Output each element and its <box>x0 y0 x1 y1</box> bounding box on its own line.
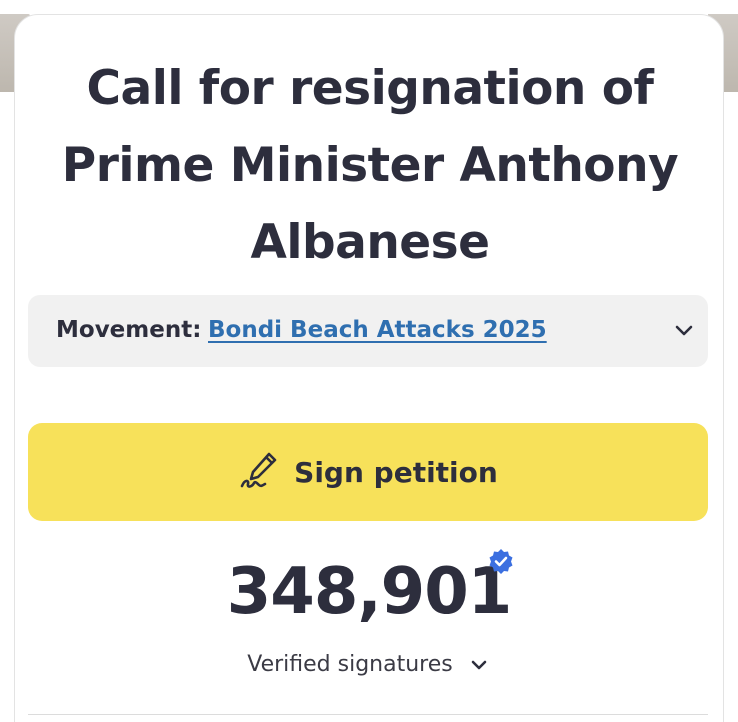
signature-count: 348,901 <box>226 555 513 629</box>
movement-link[interactable]: Bondi Beach Attacks 2025 <box>208 317 547 343</box>
page: Call for resignation of Prime Minister A… <box>0 0 738 722</box>
petition-title: Call for resignation of Prime Minister A… <box>61 61 679 270</box>
verified-signatures-label: Verified signatures <box>247 652 453 677</box>
movement-label: Movement: <box>56 317 202 343</box>
chevron-down-icon[interactable] <box>467 653 491 677</box>
pen-signature-icon <box>238 450 284 494</box>
verified-badge-icon <box>487 548 515 576</box>
movement-panel[interactable]: Movement: Bondi Beach Attacks 2025 <box>28 295 708 367</box>
sign-petition-button[interactable]: Sign petition <box>28 423 708 521</box>
sign-petition-label: Sign petition <box>294 455 498 489</box>
chevron-down-icon[interactable] <box>670 317 698 345</box>
verified-signatures-row[interactable]: Verified signatures <box>0 652 738 677</box>
divider <box>28 714 708 715</box>
